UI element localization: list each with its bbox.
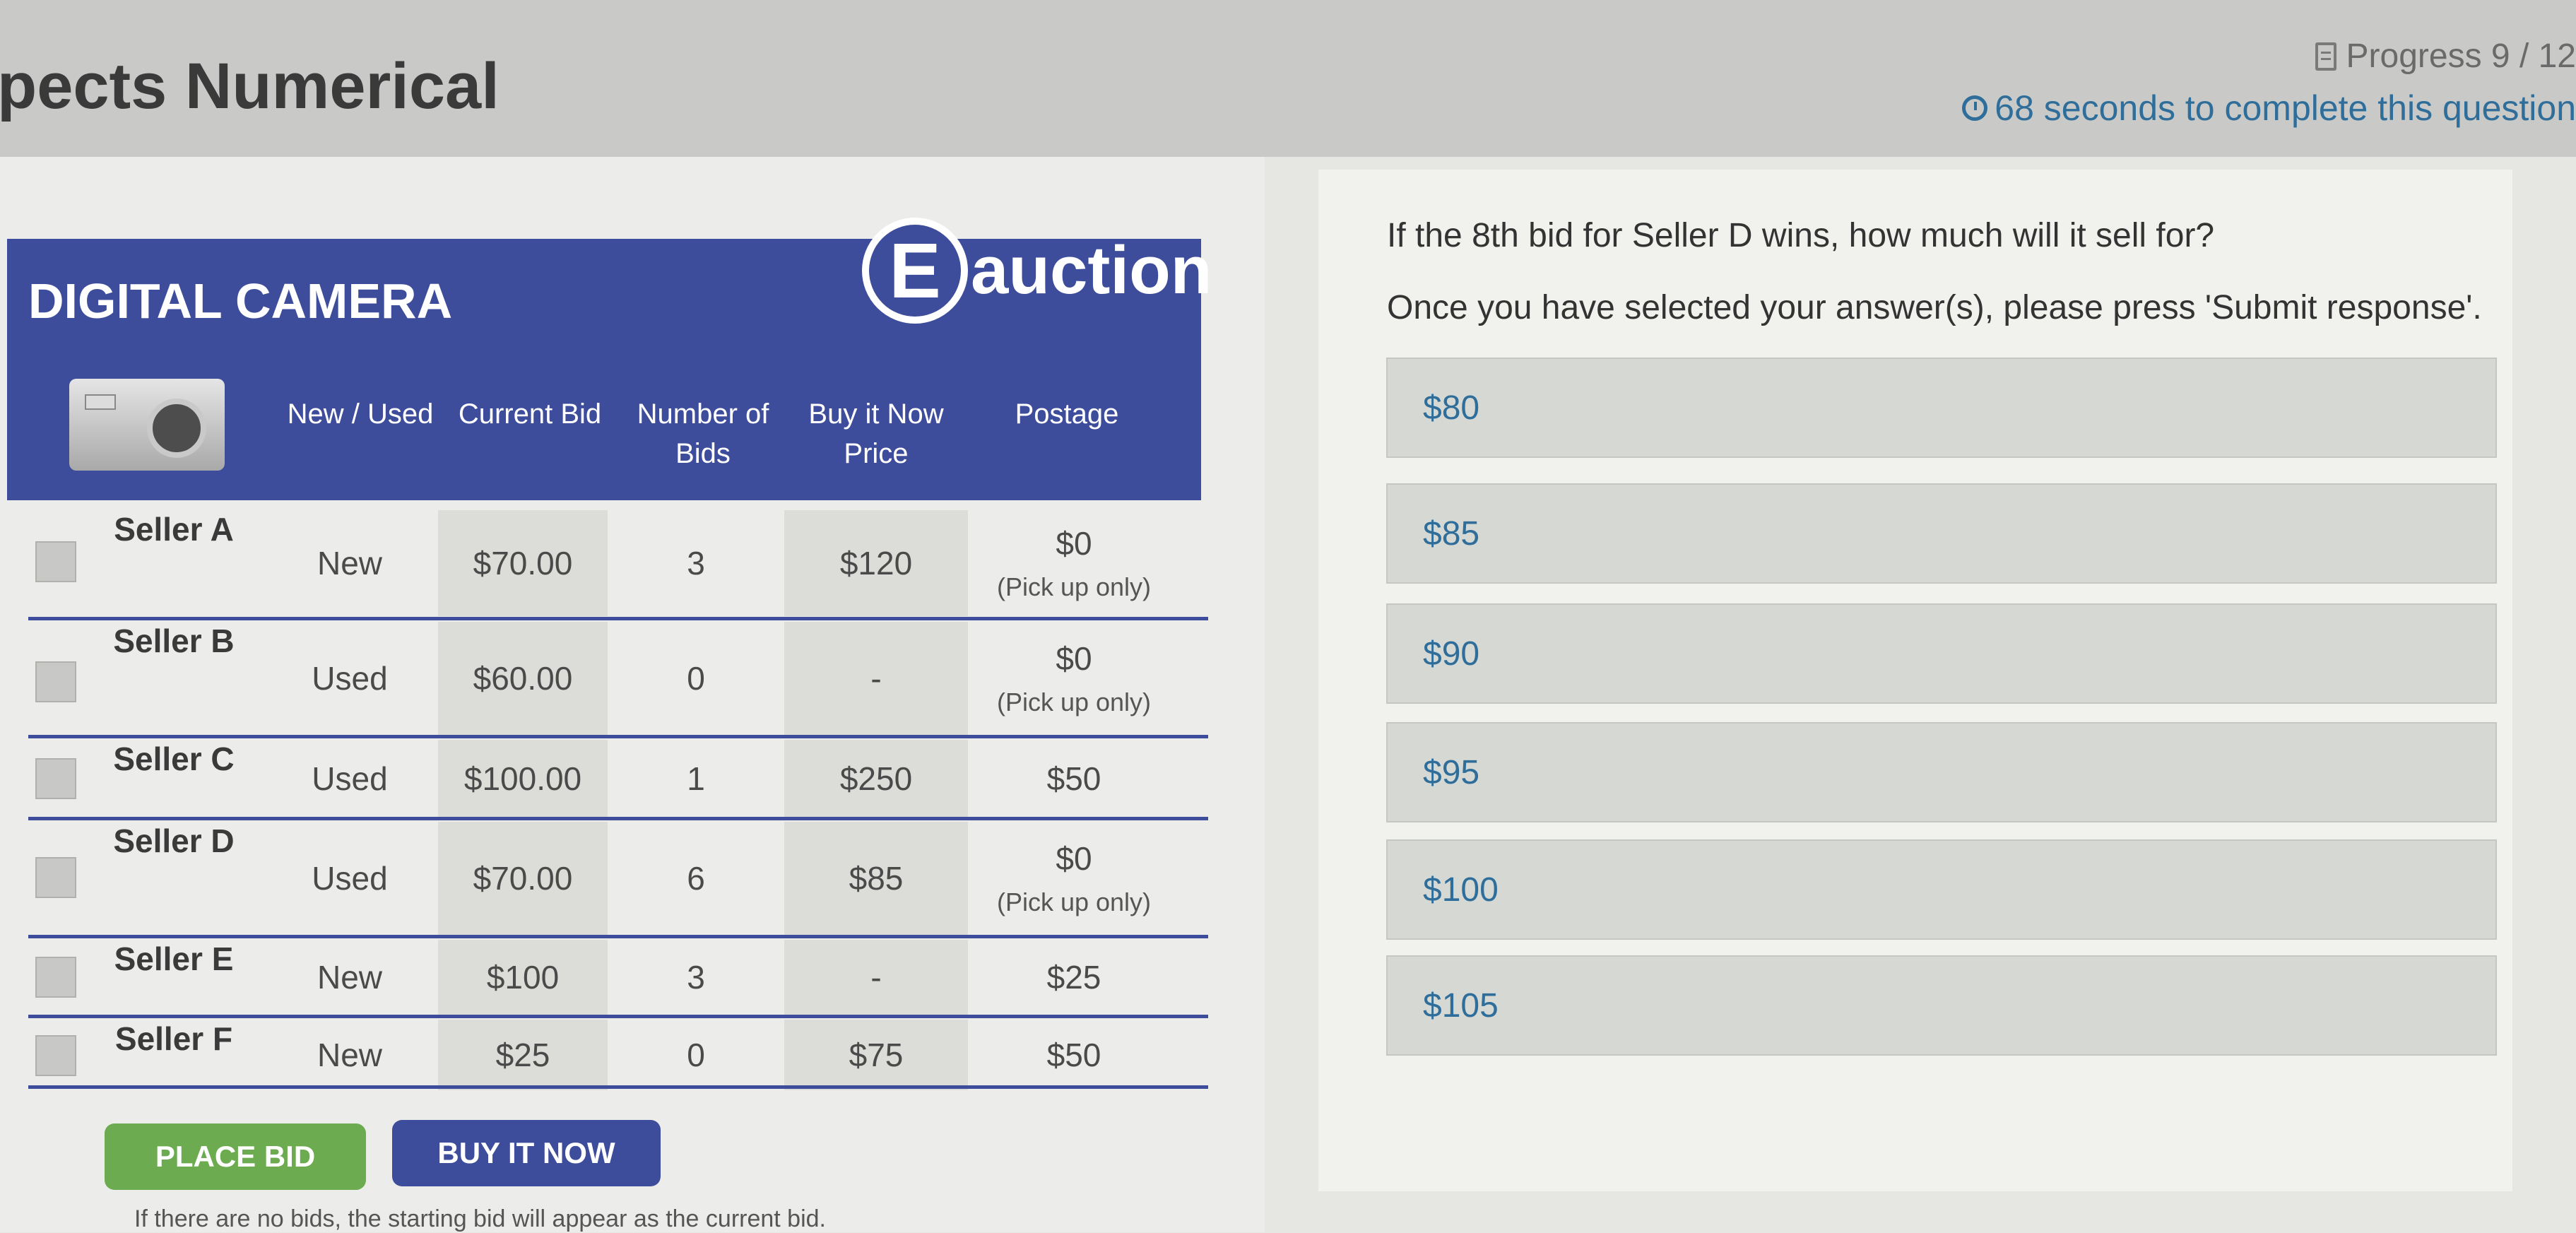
number-of-bids-cell: 3 (608, 510, 784, 616)
timer-text: 68 seconds to complete this question (1995, 88, 2576, 129)
number-of-bids-cell: 3 (608, 940, 784, 1015)
answer-option-95[interactable]: $95 (1386, 722, 2497, 822)
postage-cell: $0 (Pick up only) (968, 510, 1180, 616)
postage-value: $25 (1047, 958, 1101, 996)
current-bid-cell: $70.00 (438, 510, 608, 616)
postage-note: (Pick up only) (997, 572, 1151, 602)
row-divider (28, 1085, 1208, 1089)
number-of-bids-cell: 0 (608, 1020, 784, 1090)
document-icon (2315, 42, 2336, 71)
answer-option-85[interactable]: $85 (1386, 483, 2497, 584)
current-bid-cell: $70.00 (438, 822, 608, 935)
product-name: DIGITAL CAMERA (28, 273, 452, 329)
column-header-current-bid: Current Bid (445, 394, 615, 434)
postage-value: $0 (1056, 524, 1092, 562)
postage-cell: $50 (968, 1020, 1180, 1090)
column-header-postage: Postage (975, 394, 1159, 434)
number-of-bids-cell: 1 (608, 740, 784, 818)
auction-table-header: DIGITAL CAMERA E auction New / Used Curr… (7, 239, 1201, 500)
buy-it-now-cell: $75 (784, 1020, 968, 1090)
postage-cell: $0 (Pick up only) (968, 822, 1180, 935)
current-bid-cell: $100 (438, 940, 608, 1015)
postage-cell: $0 (Pick up only) (968, 622, 1180, 735)
row-divider (28, 935, 1208, 938)
postage-value: $50 (1047, 1036, 1101, 1074)
condition-cell: New (261, 510, 438, 616)
postage-value: $50 (1047, 760, 1101, 798)
table-row: Seller F New $25 0 $75 $50 (28, 1020, 1208, 1090)
condition-cell: Used (261, 622, 438, 735)
postage-note: (Pick up only) (997, 887, 1151, 917)
column-header-number-of-bids: Number of Bids (615, 394, 791, 473)
seller-name: Seller A (28, 510, 261, 616)
camera-lens (147, 399, 206, 458)
seller-name: Seller E (28, 940, 261, 1015)
condition-cell: New (261, 940, 438, 1015)
column-header-condition: New / Used (268, 394, 452, 434)
question-instruction: Once you have selected your answer(s), p… (1387, 288, 2482, 327)
column-header-buy-it-now: Buy it Now Price (791, 394, 961, 473)
eauction-logo: E auction (862, 218, 1212, 324)
buy-it-now-cell: $250 (784, 740, 968, 818)
camera-flash (85, 394, 116, 410)
page-title: pects Numerical (0, 49, 500, 124)
buy-it-now-cell: - (784, 940, 968, 1015)
postage-cell: $25 (968, 940, 1180, 1015)
place-bid-button[interactable]: PLACE BID (105, 1123, 366, 1190)
table-row: Seller B Used $60.00 0 - $0 (Pick up onl… (28, 622, 1208, 735)
buy-it-now-cell: $85 (784, 822, 968, 935)
row-divider (28, 1015, 1208, 1018)
postage-value: $0 (1056, 639, 1092, 678)
buy-it-now-cell: $120 (784, 510, 968, 616)
current-bid-cell: $100.00 (438, 740, 608, 818)
postage-value: $0 (1056, 839, 1092, 878)
postage-note: (Pick up only) (997, 688, 1151, 717)
footnote-text: If there are no bids, the starting bid w… (134, 1205, 826, 1233)
progress-text: Progress 9 / 12 (2346, 37, 2576, 76)
seller-name: Seller D (28, 822, 261, 935)
number-of-bids-cell: 0 (608, 622, 784, 735)
number-of-bids-cell: 6 (608, 822, 784, 935)
stopwatch-icon (1962, 95, 1987, 121)
camera-icon (69, 379, 225, 471)
seller-name: Seller F (28, 1020, 261, 1090)
answer-option-80[interactable]: $80 (1386, 358, 2497, 458)
table-row: Seller D Used $70.00 6 $85 $0 (Pick up o… (28, 822, 1208, 935)
row-divider (28, 817, 1208, 820)
seller-name: Seller B (28, 622, 261, 735)
current-bid-cell: $60.00 (438, 622, 608, 735)
table-row: Seller C Used $100.00 1 $250 $50 (28, 740, 1208, 818)
answer-option-90[interactable]: $90 (1386, 603, 2497, 704)
buy-it-now-button[interactable]: BUY IT NOW (392, 1120, 661, 1186)
progress-indicator: Progress 9 / 12 (2315, 37, 2576, 76)
row-divider (28, 735, 1208, 738)
top-header: pects Numerical Progress 9 / 12 68 secon… (0, 0, 2576, 157)
logo-letter: E (862, 218, 968, 324)
seller-name: Seller C (28, 740, 261, 818)
answer-option-105[interactable]: $105 (1386, 955, 2497, 1056)
condition-cell: Used (261, 822, 438, 935)
condition-cell: Used (261, 740, 438, 818)
question-timer: 68 seconds to complete this question (1962, 88, 2576, 129)
question-prompt: If the 8th bid for Seller D wins, how mu… (1387, 216, 2214, 255)
logo-text: auction (971, 232, 1212, 309)
table-row: Seller A New $70.00 3 $120 $0 (Pick up o… (28, 510, 1208, 616)
postage-cell: $50 (968, 740, 1180, 818)
current-bid-cell: $25 (438, 1020, 608, 1090)
table-row: Seller E New $100 3 - $25 (28, 940, 1208, 1015)
condition-cell: New (261, 1020, 438, 1090)
buy-it-now-cell: - (784, 622, 968, 735)
answer-option-100[interactable]: $100 (1386, 839, 2497, 940)
row-divider (28, 617, 1208, 620)
